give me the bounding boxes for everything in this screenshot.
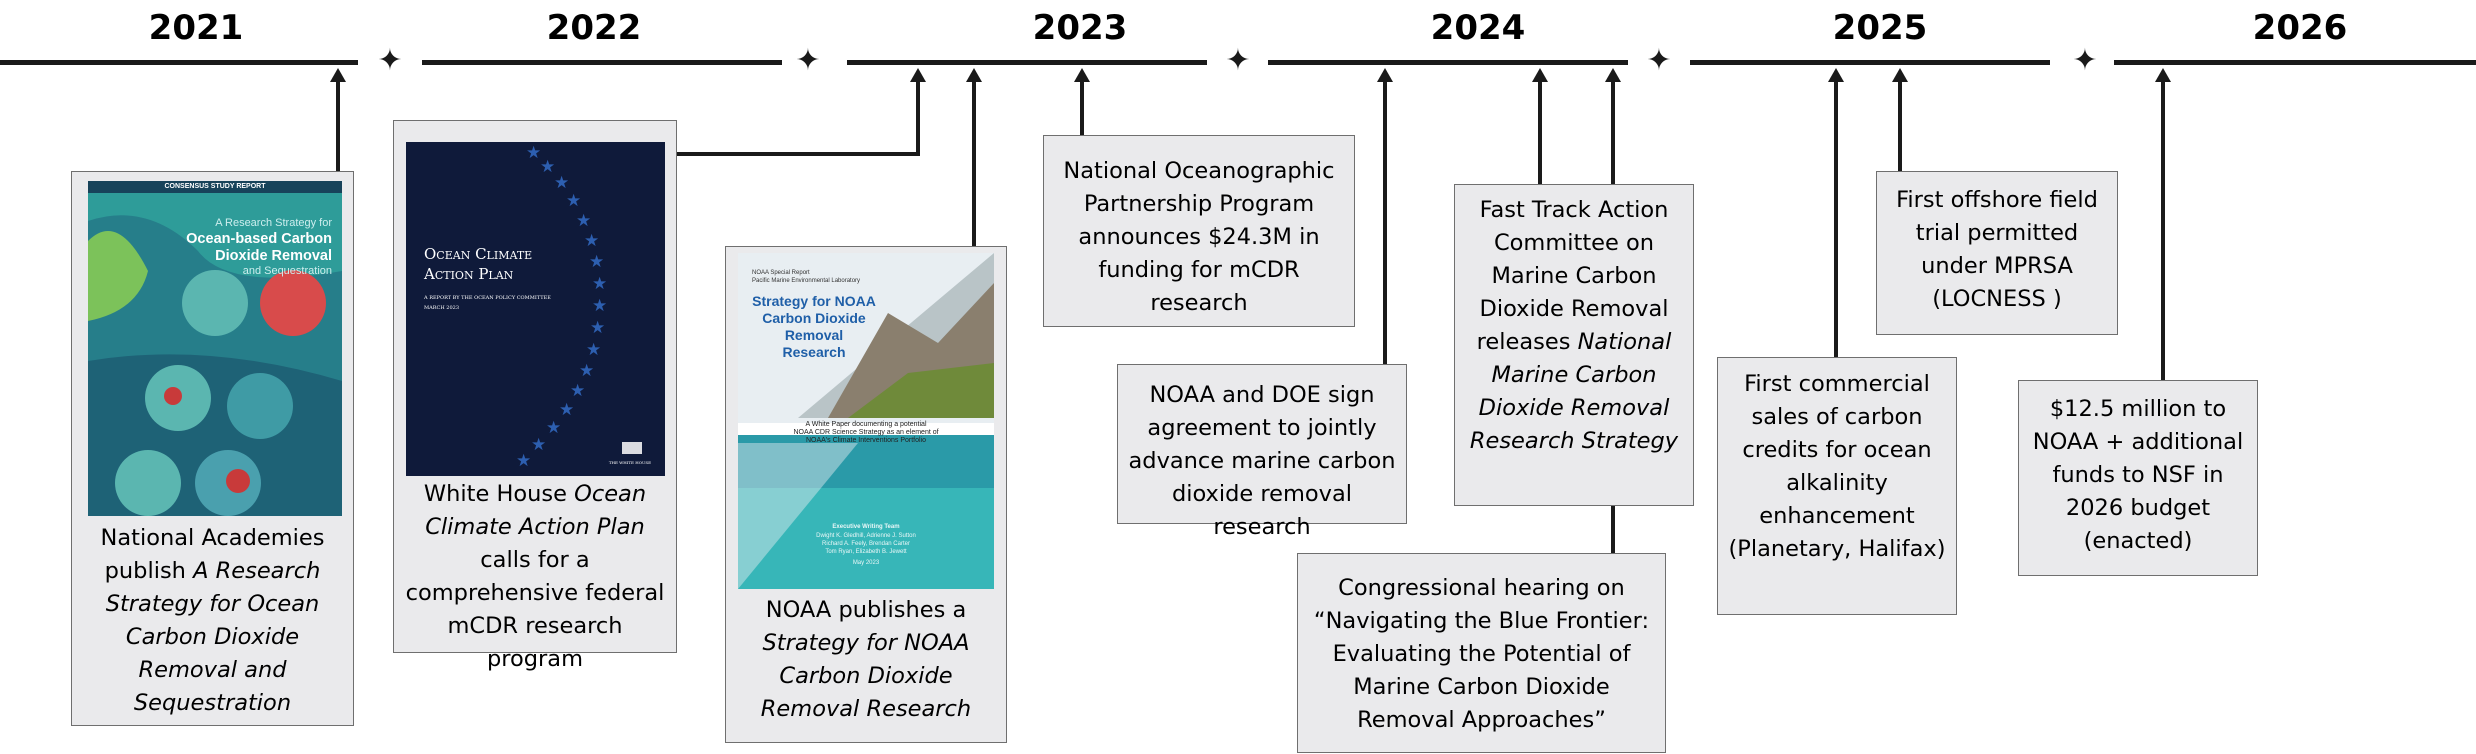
svg-text:★: ★ — [589, 252, 604, 272]
svg-text:★: ★ — [592, 274, 607, 294]
event-text-plain: White House — [423, 481, 575, 507]
timeline-diagram: 2021 2022 2023 2024 2025 2026 ✦ ✦ ✦ ✦ ✦ — [0, 0, 2476, 754]
arrowhead-icon — [1828, 68, 1844, 82]
svg-text:★: ★ — [590, 318, 605, 338]
event-text: Fast Track Action Committee on Marine Ca… — [1463, 194, 1685, 458]
cover-band-line: A White Paper documenting a potential — [805, 421, 927, 428]
cover-date: May 2023 — [852, 560, 880, 566]
arrowhead-icon — [1377, 68, 1393, 82]
event-text: National Oceanographic Partnership Progr… — [1063, 158, 1335, 316]
event-card-hearing: Congressional hearing on “Navigating the… — [1297, 553, 1666, 753]
timeline-segment-2026 — [2114, 60, 2476, 65]
cover-title-line: Ocean-based Carbon — [186, 231, 332, 247]
report-cover-nas: CONSENSUS STUDY REPORT A Research Strate… — [88, 181, 342, 516]
cover-header: Pacific Marine Environmental Laboratory — [752, 278, 861, 284]
arrowhead-icon — [966, 68, 982, 82]
cover-subtitle: and Sequestration — [242, 265, 332, 277]
cover-authors: Tom Ryan, Elizabeth B. Jewett — [825, 549, 907, 555]
svg-text:★: ★ — [554, 173, 569, 193]
arrowhead-icon — [1532, 68, 1548, 82]
year-label-2022: 2022 — [546, 8, 642, 48]
svg-text:★: ★ — [546, 418, 561, 438]
separator-star-icon: ✦ — [795, 43, 821, 78]
cover-title-line: Strategy for NOAA — [752, 293, 876, 309]
separator-star-icon: ✦ — [1225, 43, 1251, 78]
cover-footer: THE WHITE HOUSE — [608, 460, 651, 465]
svg-text:★: ★ — [584, 231, 599, 251]
timeline-segment-2023 — [847, 60, 1207, 65]
event-text-plain: calls for a comprehensive federal mCDR r… — [405, 547, 665, 672]
separator-star-icon: ✦ — [1646, 43, 1672, 78]
year-label-2023: 2023 — [1032, 8, 1128, 48]
event-card-nas: CONSENSUS STUDY REPORT A Research Strate… — [71, 171, 354, 726]
svg-text:★: ★ — [531, 435, 546, 455]
event-text-plain: NOAA publishes a — [765, 597, 967, 623]
event-card-fasttrack: Fast Track Action Committee on Marine Ca… — [1454, 184, 1694, 506]
cover-band-line: NOAA's Climate Interventions Portfolio — [806, 437, 926, 444]
svg-text:★: ★ — [526, 143, 541, 163]
timeline-segment-2025 — [1690, 60, 2050, 65]
arrowhead-icon — [910, 68, 926, 82]
cover-title-line: Dioxide Removal — [215, 248, 332, 264]
svg-text:★: ★ — [579, 361, 594, 381]
svg-text:★: ★ — [570, 381, 585, 401]
event-card-noaa-doe: NOAA and DOE sign agreement to jointly a… — [1117, 364, 1407, 540]
event-text: White House Ocean Climate Action Plan ca… — [402, 478, 668, 676]
cover-header: NOAA Special Report — [752, 270, 810, 276]
arrowhead-icon — [1605, 68, 1621, 82]
event-text: Congressional hearing on “Navigating the… — [1313, 575, 1650, 733]
event-text: NOAA publishes a Strategy for NOAA Carbo… — [734, 594, 998, 726]
cover-authors: Dwight K. Gledhill, Adrienne J. Sutton — [816, 533, 916, 539]
event-text-italic: Strategy for NOAA Carbon Dioxide Removal… — [760, 630, 972, 722]
cover-authors: Richard A. Feely, Brendan Carter — [822, 541, 910, 547]
cover-title-line: Action Plan — [424, 265, 514, 283]
year-label-2026: 2026 — [2252, 8, 2348, 48]
separator-star-icon: ✦ — [377, 43, 403, 78]
cover-banner: CONSENSUS STUDY REPORT — [164, 183, 266, 190]
timeline-segment-2022 — [422, 60, 782, 65]
svg-text:★: ★ — [566, 191, 581, 211]
svg-text:★: ★ — [592, 296, 607, 316]
event-text: $12.5 million to NOAA + additional funds… — [2032, 396, 2244, 554]
svg-text:★: ★ — [516, 451, 531, 471]
event-card-offshore: First offshore field trial permitted und… — [1876, 171, 2118, 335]
event-card-whitehouse: ★ ★ ★ ★ ★ ★ ★ ★ ★ ★ ★ ★ ★ ★ ★ ★ ★ Ocean Climate Act… — [393, 120, 677, 672]
arrowhead-icon — [2155, 68, 2171, 82]
svg-text:★: ★ — [540, 157, 555, 177]
cover-subtitle: A Research Strategy for — [215, 217, 332, 229]
arrowhead-icon — [330, 68, 346, 82]
arrowhead-icon — [1892, 68, 1908, 82]
cover-date: MARCH 2023 — [424, 305, 459, 311]
event-card-nopp: National Oceanographic Partnership Progr… — [1043, 135, 1355, 327]
report-cover-whitehouse: ★ ★ ★ ★ ★ ★ ★ ★ ★ ★ ★ ★ ★ ★ ★ ★ ★ Ocean Climate Act… — [406, 142, 665, 476]
event-card-budget: $12.5 million to NOAA + additional funds… — [2018, 380, 2258, 576]
timeline-segment-2024 — [1268, 60, 1628, 65]
event-text: National Academies publish A Research St… — [80, 522, 345, 720]
cover-title-line: Carbon Dioxide — [762, 310, 866, 326]
svg-text:★: ★ — [586, 340, 601, 360]
event-card-noaa-strategy: NOAA Special Report Pacific Marine Envir… — [725, 246, 1007, 743]
year-label-2024: 2024 — [1430, 8, 1526, 48]
svg-text:★: ★ — [576, 211, 591, 231]
event-card-commercial: First commercial sales of carbon credits… — [1717, 357, 1957, 615]
year-label-2021: 2021 — [148, 8, 244, 48]
event-text: NOAA and DOE sign agreement to jointly a… — [1128, 382, 1396, 540]
cover-band-line: NOAA CDR Science Strategy as an element … — [793, 429, 939, 436]
event-text: First commercial sales of carbon credits… — [1728, 371, 1946, 562]
timeline-segment-2021 — [0, 60, 358, 65]
separator-star-icon: ✦ — [2072, 43, 2098, 78]
svg-text:★: ★ — [559, 400, 574, 420]
cover-subtitle: A REPORT BY THE OCEAN POLICY COMMITTEE — [424, 295, 551, 301]
report-cover-noaa: NOAA Special Report Pacific Marine Envir… — [738, 253, 994, 589]
cover-title-line: Removal — [784, 327, 844, 343]
star-arc-icon: ★★★ ★★★ ★★★ ★★★ ★★★ ★★ — [516, 143, 607, 471]
cover-team: Executive Writing Team — [832, 524, 900, 530]
connector-whitehouse — [677, 80, 920, 156]
cover-title-line: Ocean Climate — [424, 245, 533, 263]
cover-title-line: Research — [782, 344, 846, 360]
event-text: First offshore field trial permitted und… — [1896, 187, 2098, 312]
arrowhead-icon — [1074, 68, 1090, 82]
year-label-2025: 2025 — [1832, 8, 1928, 48]
